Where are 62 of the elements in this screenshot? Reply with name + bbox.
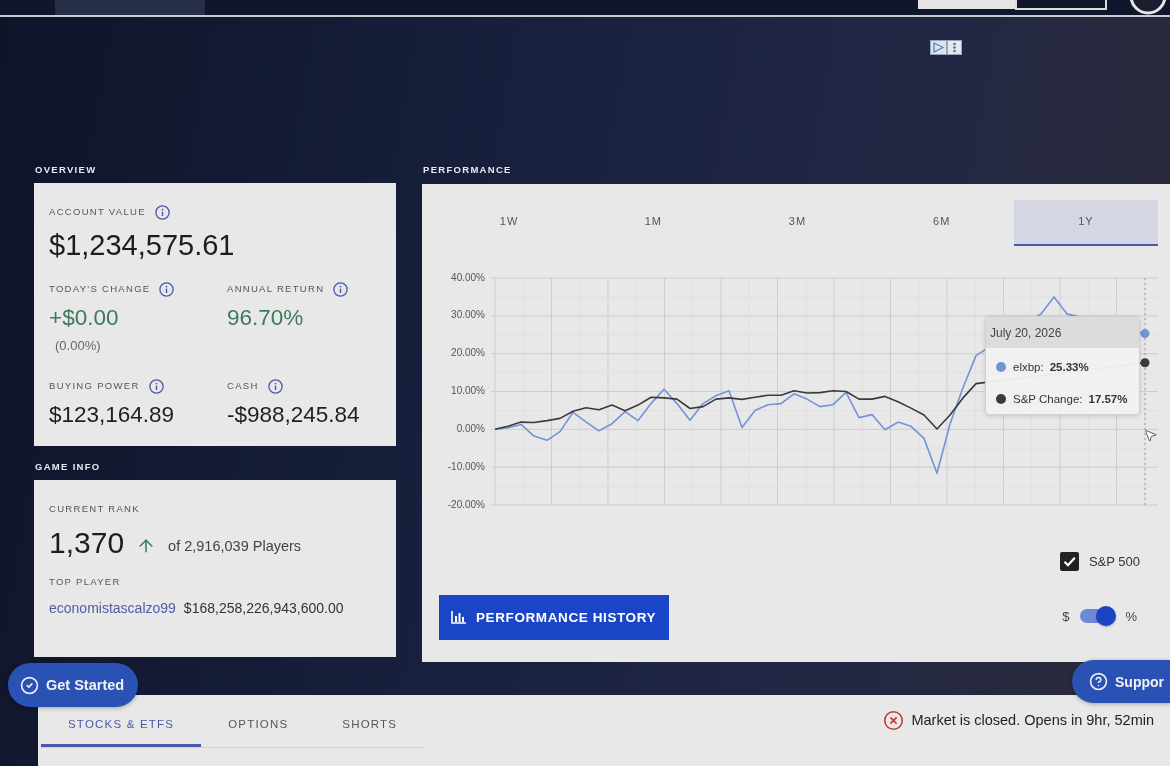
nav-outline-button[interactable]	[1015, 0, 1107, 10]
y-axis-label: 0.00%	[456, 422, 485, 434]
info-icon[interactable]	[148, 378, 164, 394]
switch-label: %	[1125, 608, 1137, 624]
checkbox[interactable]	[1059, 552, 1079, 571]
stat-label: ACCOUNT VALUE	[49, 205, 146, 219]
stat-value: +$0.00	[49, 304, 119, 332]
range-tab[interactable]: 1W	[437, 200, 582, 246]
y-axis-label: 40.00%	[451, 271, 485, 283]
unit-switch[interactable]	[1078, 606, 1117, 626]
tooltip-label: S&P Change:	[1013, 393, 1083, 405]
stat-label: BUYING POWER	[49, 379, 140, 393]
checkbox-label: S&P 500	[1088, 554, 1140, 569]
tooltip-value: 25.33%	[1049, 361, 1089, 373]
y-axis-label: 30.00%	[451, 309, 485, 321]
rank-total: of 2,916,039 Players	[168, 538, 302, 554]
stat-note: (0.00%)	[55, 338, 101, 354]
mouse-pointer-icon	[1143, 428, 1158, 443]
info-icon[interactable]	[159, 281, 175, 297]
section-title: OVERVIEW	[35, 164, 97, 176]
help-icon	[1089, 672, 1108, 691]
market-status: Market is closed. Opens in 9hr, 52min	[911, 712, 1154, 728]
section-title: GAME INFO	[35, 461, 101, 473]
support-button[interactable]: Suppor	[1072, 660, 1170, 703]
stat-label: CASH	[227, 379, 259, 393]
stat-value: 96.70%	[227, 304, 304, 332]
stat-value: -$988,245.84	[227, 401, 360, 429]
range-tab[interactable]: 3M	[725, 200, 870, 246]
trade-tab[interactable]: SHORTS	[315, 707, 425, 747]
tooltip-label: elxbp:	[1013, 361, 1044, 373]
switch-label: $	[1062, 608, 1070, 624]
range-tab[interactable]: 1M	[581, 200, 726, 246]
rank-value: 1,370	[49, 525, 125, 561]
stat-label: CURRENT RANK	[49, 502, 140, 516]
y-axis-label: 20.00%	[451, 347, 485, 359]
info-icon[interactable]	[154, 204, 170, 220]
y-axis-label: 10.00%	[451, 385, 485, 397]
play-menu-icon[interactable]	[930, 40, 962, 55]
check-circle-icon	[20, 675, 39, 695]
section-title: PERFORMANCE	[423, 164, 512, 176]
tooltip-date: July 20, 2026	[986, 317, 1139, 348]
y-axis-label: -10.00%	[447, 460, 485, 472]
hover-marker	[1140, 358, 1150, 368]
hover-marker	[1140, 329, 1150, 339]
stat-label: TOP PLAYER	[49, 575, 121, 589]
info-icon[interactable]	[333, 281, 349, 297]
stat-label: TODAY'S CHANGE	[49, 282, 151, 296]
player-value: $168,258,226,943,600.00	[183, 600, 344, 616]
tooltip-value: 17.57%	[1088, 393, 1128, 405]
player-link[interactable]: economistascalzo99	[49, 600, 176, 616]
stat-value: $123,164.89	[49, 401, 175, 429]
round-nav-button[interactable]	[1128, 0, 1168, 15]
range-tab[interactable]: 6M	[869, 200, 1014, 246]
trade-tab[interactable]: OPTIONS	[201, 707, 316, 747]
bar-chart-icon	[451, 611, 466, 624]
stat-label: ANNUAL RETURN	[227, 282, 325, 296]
performance-history-button[interactable]: PERFORMANCE HISTORY	[439, 595, 669, 640]
get-started-button[interactable]: Get Started	[8, 663, 138, 707]
info-icon[interactable]	[267, 378, 283, 394]
range-tab[interactable]: 1Y	[1013, 200, 1158, 246]
account-value: $1,234,575.61	[49, 228, 236, 262]
y-axis-label: -20.00%	[447, 498, 485, 510]
